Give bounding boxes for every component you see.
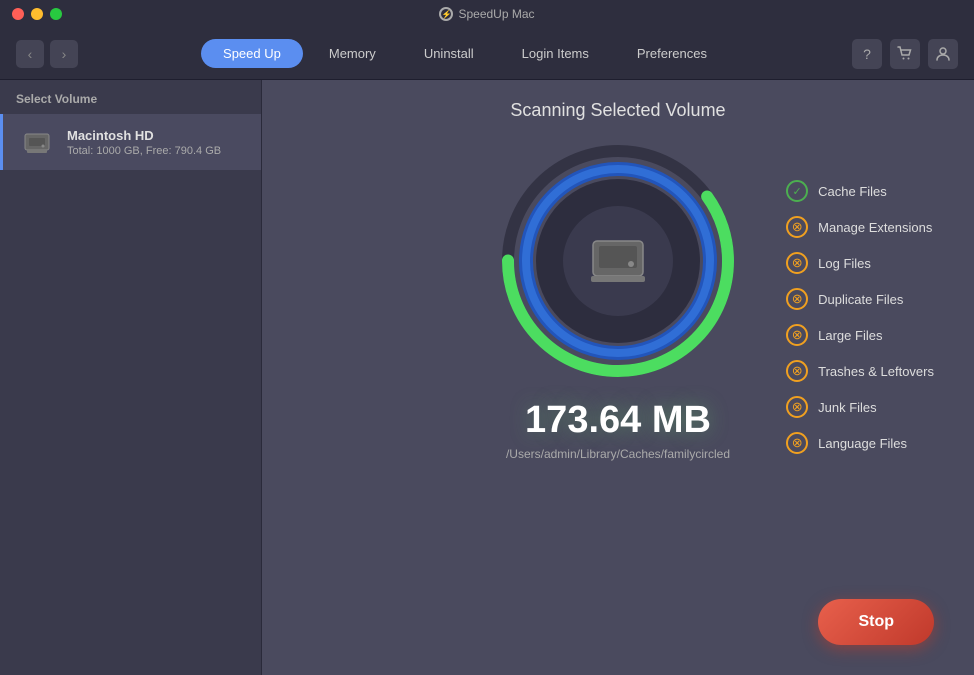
drive-icon [19,124,55,160]
junk-label: Junk Files [818,400,877,415]
main-layout: Select Volume Macintosh HD Total: 1000 G… [0,80,974,675]
forward-button[interactable]: › [50,40,78,68]
cache-status-icon [786,180,808,202]
language-status-icon [786,432,808,454]
logs-status-icon [786,252,808,274]
volume-info: Macintosh HD Total: 1000 GB, Free: 790.4… [67,128,221,157]
duplicates-label: Duplicate Files [818,292,903,307]
tab-uninstall[interactable]: Uninstall [402,39,496,68]
scan-item-trashes: Trashes & Leftovers [786,360,934,382]
sidebar: Select Volume Macintosh HD Total: 1000 G… [0,80,262,675]
scan-ring [498,141,738,381]
volume-item[interactable]: Macintosh HD Total: 1000 GB, Free: 790.4… [0,114,261,170]
back-button[interactable]: ‹ [16,40,44,68]
large-label: Large Files [818,328,882,343]
duplicates-status-icon [786,288,808,310]
logs-label: Log Files [818,256,871,271]
language-label: Language Files [818,436,907,451]
minimize-button[interactable] [31,8,43,20]
sidebar-header: Select Volume [0,80,261,114]
scan-item-cache: Cache Files [786,180,934,202]
extensions-status-icon [786,216,808,238]
app-title: ⚡ SpeedUp Mac [439,7,534,21]
help-button[interactable]: ? [852,39,882,69]
scan-item-large: Large Files [786,324,934,346]
tab-memory[interactable]: Memory [307,39,398,68]
app-icon: ⚡ [439,7,453,21]
trashes-status-icon [786,360,808,382]
traffic-lights [12,8,62,20]
tab-bar: Speed Up Memory Uninstall Login Items Pr… [201,39,729,68]
stop-button[interactable]: Stop [818,599,934,645]
center-drive-icon [563,206,673,316]
cart-button[interactable] [890,39,920,69]
content-area: Scanning Selected Volume [262,80,974,675]
tab-login-items[interactable]: Login Items [500,39,611,68]
maximize-button[interactable] [50,8,62,20]
close-button[interactable] [12,8,24,20]
volume-details: Total: 1000 GB, Free: 790.4 GB [67,145,221,157]
scan-size: 173.64 MB [525,399,711,442]
trashes-label: Trashes & Leftovers [818,364,934,379]
nav-buttons: ‹ › [16,40,78,68]
scan-item-extensions: Manage Extensions [786,216,934,238]
scan-items-list: Cache Files Manage Extensions Log Files … [786,180,934,454]
scan-item-junk: Junk Files [786,396,934,418]
large-status-icon [786,324,808,346]
toolbar: ‹ › Speed Up Memory Uninstall Login Item… [0,28,974,80]
volume-name: Macintosh HD [67,128,221,143]
extensions-label: Manage Extensions [818,220,932,235]
junk-status-icon [786,396,808,418]
content-title: Scanning Selected Volume [510,100,725,121]
scan-path: /Users/admin/Library/Caches/familycircle… [506,447,730,461]
toolbar-actions: ? [852,39,958,69]
scan-item-language: Language Files [786,432,934,454]
cache-label: Cache Files [818,184,887,199]
titlebar: ⚡ SpeedUp Mac [0,0,974,28]
scan-item-logs: Log Files [786,252,934,274]
tab-preferences[interactable]: Preferences [615,39,729,68]
account-button[interactable] [928,39,958,69]
tab-speedup[interactable]: Speed Up [201,39,303,68]
scan-item-duplicates: Duplicate Files [786,288,934,310]
